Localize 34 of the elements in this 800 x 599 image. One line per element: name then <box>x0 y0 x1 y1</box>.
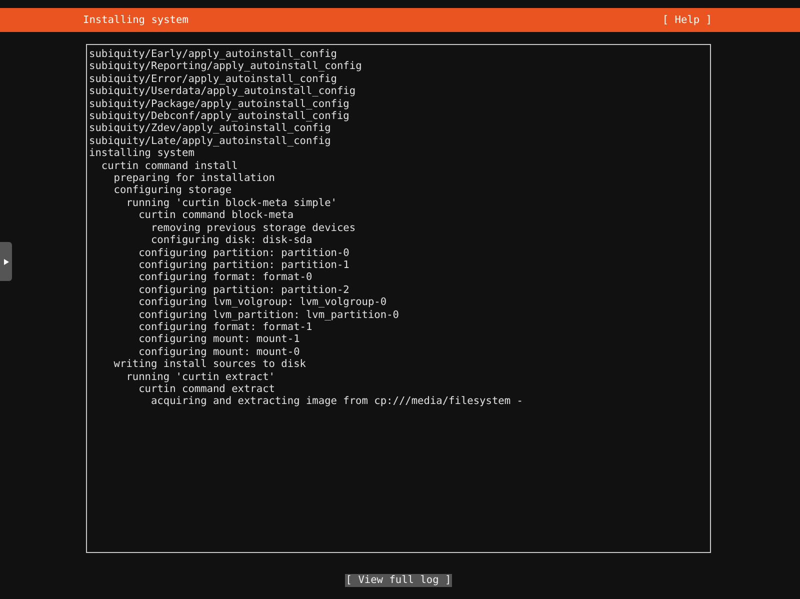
log-line: curtin command install <box>101 160 238 172</box>
log-line: configuring partition: partition-2 <box>138 284 350 296</box>
screen-title: Installing system <box>83 14 188 26</box>
log-line: configuring disk: disk-sda <box>150 234 312 246</box>
log-line: configuring storage <box>114 184 232 196</box>
view-log-button[interactable]: [ View full log ] <box>344 574 452 587</box>
log-line: configuring lvm_partition: lvm_partition-0 <box>138 308 399 321</box>
help-link[interactable]: [ Help ] <box>662 14 712 26</box>
log-line: subiquity/Package/apply_autoinstall_config <box>89 98 350 110</box>
log-line: acquiring and extracting image from cp:///media/filesystem - <box>150 395 523 408</box>
log-line: subiquity/Zdev/apply_autoinstall_config <box>89 122 331 134</box>
log-line: configuring mount: mount-0 <box>138 346 300 358</box>
log-line: installing system <box>89 147 194 160</box>
log-line: configuring lvm_volgroup: lvm_volgroup-0 <box>138 296 387 308</box>
log-line: removing previous storage devices <box>150 222 356 234</box>
side-tab[interactable] <box>0 242 12 281</box>
log-line: curtin command block-meta <box>138 209 294 222</box>
log-line: subiquity/Early/apply_autoinstall_config <box>89 48 337 60</box>
log-line: subiquity/Late/apply_autoinstall_config <box>89 134 331 147</box>
log-line: configuring format: format-0 <box>138 271 312 284</box>
log-line: writing install sources to disk <box>114 358 306 370</box>
log-line: configuring partition: partition-0 <box>138 246 350 258</box>
log-line: subiquity/Debconf/apply_autoinstall_config <box>89 110 350 122</box>
log-line: subiquity/Userdata/apply_autoinstall_config <box>89 85 356 98</box>
log-line: preparing for installation <box>114 172 275 184</box>
log-line: running 'curtin block-meta simple' <box>126 196 337 209</box>
log-line: subiquity/Error/apply_autoinstall_config <box>89 72 337 85</box>
log-line: subiquity/Reporting/apply_autoinstall_config <box>89 60 362 72</box>
log-line: configuring mount: mount-1 <box>138 333 300 346</box>
log-line: configuring partition: partition-1 <box>138 258 350 271</box>
log-line: curtin command extract <box>138 382 275 395</box>
log-line: configuring format: format-1 <box>138 320 312 333</box>
log-line: running 'curtin extract' <box>126 370 275 383</box>
expand-icon <box>4 258 8 264</box>
